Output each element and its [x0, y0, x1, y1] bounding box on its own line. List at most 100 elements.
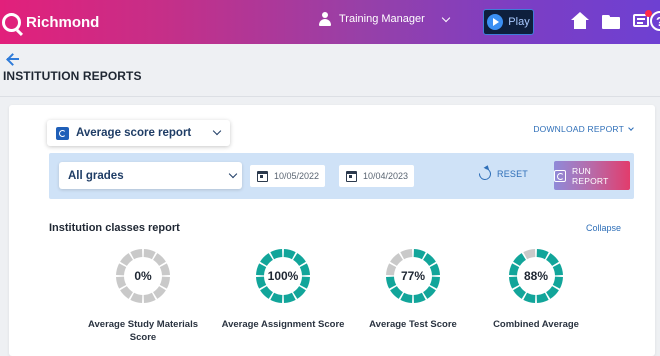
metric-label: Average Study Materials Score: [88, 319, 198, 343]
metric-label: Combined Average: [493, 319, 579, 330]
ring-segment: [523, 249, 536, 260]
ring-segment: [130, 249, 143, 260]
ring-segment: [292, 253, 306, 267]
back-arrow-icon[interactable]: [6, 52, 22, 66]
end-date-field[interactable]: 10/04/2023: [339, 165, 414, 187]
ring-segment: [429, 276, 440, 289]
metric-assignment: 100% Average Assignment Score: [218, 248, 348, 331]
ring-segment: [513, 285, 527, 299]
play-icon: [487, 14, 504, 30]
grade-select[interactable]: All grades: [59, 162, 242, 189]
help-icon[interactable]: ?: [650, 11, 660, 31]
ring-segment: [299, 276, 310, 289]
ring-segment: [116, 276, 127, 289]
report-card: Average score report DOWNLOAD REPORT All…: [9, 105, 655, 356]
reset-icon: [476, 165, 494, 183]
play-button[interactable]: Play: [483, 9, 534, 35]
header-divider: [0, 96, 660, 97]
section-title: Institution classes report: [49, 222, 180, 234]
chevron-down-icon: [228, 169, 238, 179]
ring-segment: [143, 292, 156, 303]
metric-label: Average Assignment Score: [221, 319, 345, 330]
chevron-down-icon: [628, 125, 634, 131]
home-icon[interactable]: [570, 11, 590, 31]
ring-segment: [422, 285, 436, 299]
brand-logo[interactable]: Richmond: [2, 12, 100, 32]
run-report-label: RUN REPORT: [572, 165, 609, 186]
run-report-icon: [554, 169, 566, 182]
report-type-value: Average score report: [76, 127, 192, 139]
ring-segment: [159, 263, 170, 276]
calendar-icon: [257, 170, 268, 182]
download-report-label: DOWNLOAD REPORT: [533, 124, 624, 134]
folder-icon[interactable]: [601, 11, 621, 31]
reset-label: RESET: [497, 169, 529, 179]
ring-segment: [299, 263, 310, 276]
ring-segment: [120, 253, 134, 267]
ring-segment: [260, 285, 274, 299]
score-ring: 0%: [116, 249, 170, 303]
chevron-down-icon: [441, 13, 451, 22]
ring-segment: [270, 249, 283, 260]
ring-segment: [120, 285, 134, 299]
ring-value: 100%: [268, 269, 299, 283]
report-icon: [56, 126, 69, 140]
ring-segment: [130, 292, 143, 303]
richmond-logo-icon: [2, 12, 21, 32]
ring-segment: [413, 249, 426, 260]
metric-study-materials: 0% Average Study Materials Score: [78, 248, 208, 344]
ring-segment: [509, 276, 520, 289]
grade-value: All grades: [68, 169, 124, 182]
metric-test: 77% Average Test Score: [348, 248, 478, 331]
filter-bar: All grades 10/05/2022 10/04/2023 RESET R…: [49, 153, 634, 199]
ring-segment: [552, 276, 563, 289]
ring-segment: [523, 292, 536, 303]
download-report-button[interactable]: DOWNLOAD REPORT: [533, 124, 634, 134]
reset-button[interactable]: RESET: [476, 165, 529, 183]
ring-segment: [283, 249, 296, 260]
ring-segment: [536, 292, 549, 303]
ring-segment: [552, 263, 563, 276]
calendar-icon: [346, 170, 357, 182]
score-ring: 100%: [256, 249, 310, 303]
ring-segment: [422, 253, 436, 267]
run-report-button[interactable]: RUN REPORT: [554, 161, 630, 190]
ring-segment: [159, 276, 170, 289]
ring-segment: [400, 292, 413, 303]
ring-segment: [509, 263, 520, 276]
start-date-value: 10/05/2022: [274, 171, 320, 181]
ring-segment: [116, 263, 127, 276]
ring-segment: [256, 263, 267, 276]
play-label: Play: [508, 16, 530, 28]
page-title: INSTITUTION REPORTS: [3, 69, 142, 83]
ring-segment: [429, 263, 440, 276]
ring-segment: [536, 249, 549, 260]
user-menu[interactable]: Training Manager: [318, 12, 451, 26]
ring-segment: [152, 253, 166, 267]
collapse-button[interactable]: Collapse: [586, 223, 621, 233]
message-icon[interactable]: [631, 10, 652, 31]
ring-segment: [545, 253, 559, 267]
ring-segment: [260, 253, 274, 267]
ring-segment: [513, 253, 527, 267]
ring-segment: [256, 276, 267, 289]
ring-segment: [386, 276, 397, 289]
score-ring: 88%: [509, 249, 563, 303]
user-icon: [318, 12, 332, 26]
ring-segment: [270, 292, 283, 303]
metric-label: Average Test Score: [369, 319, 457, 330]
ring-segment: [413, 292, 426, 303]
brand-name: Richmond: [26, 13, 100, 31]
ring-segment: [292, 285, 306, 299]
ring-segment: [390, 253, 404, 267]
ring-value: 0%: [134, 269, 152, 283]
chevron-down-icon: [212, 126, 222, 136]
metric-combined: 88% Combined Average: [471, 248, 601, 331]
ring-segment: [390, 285, 404, 299]
report-type-select[interactable]: Average score report: [47, 120, 230, 146]
ring-segment: [283, 292, 296, 303]
start-date-field[interactable]: 10/05/2022: [250, 165, 325, 187]
ring-value: 88%: [524, 269, 548, 283]
ring-segment: [143, 249, 156, 260]
ring-segment: [386, 263, 397, 276]
